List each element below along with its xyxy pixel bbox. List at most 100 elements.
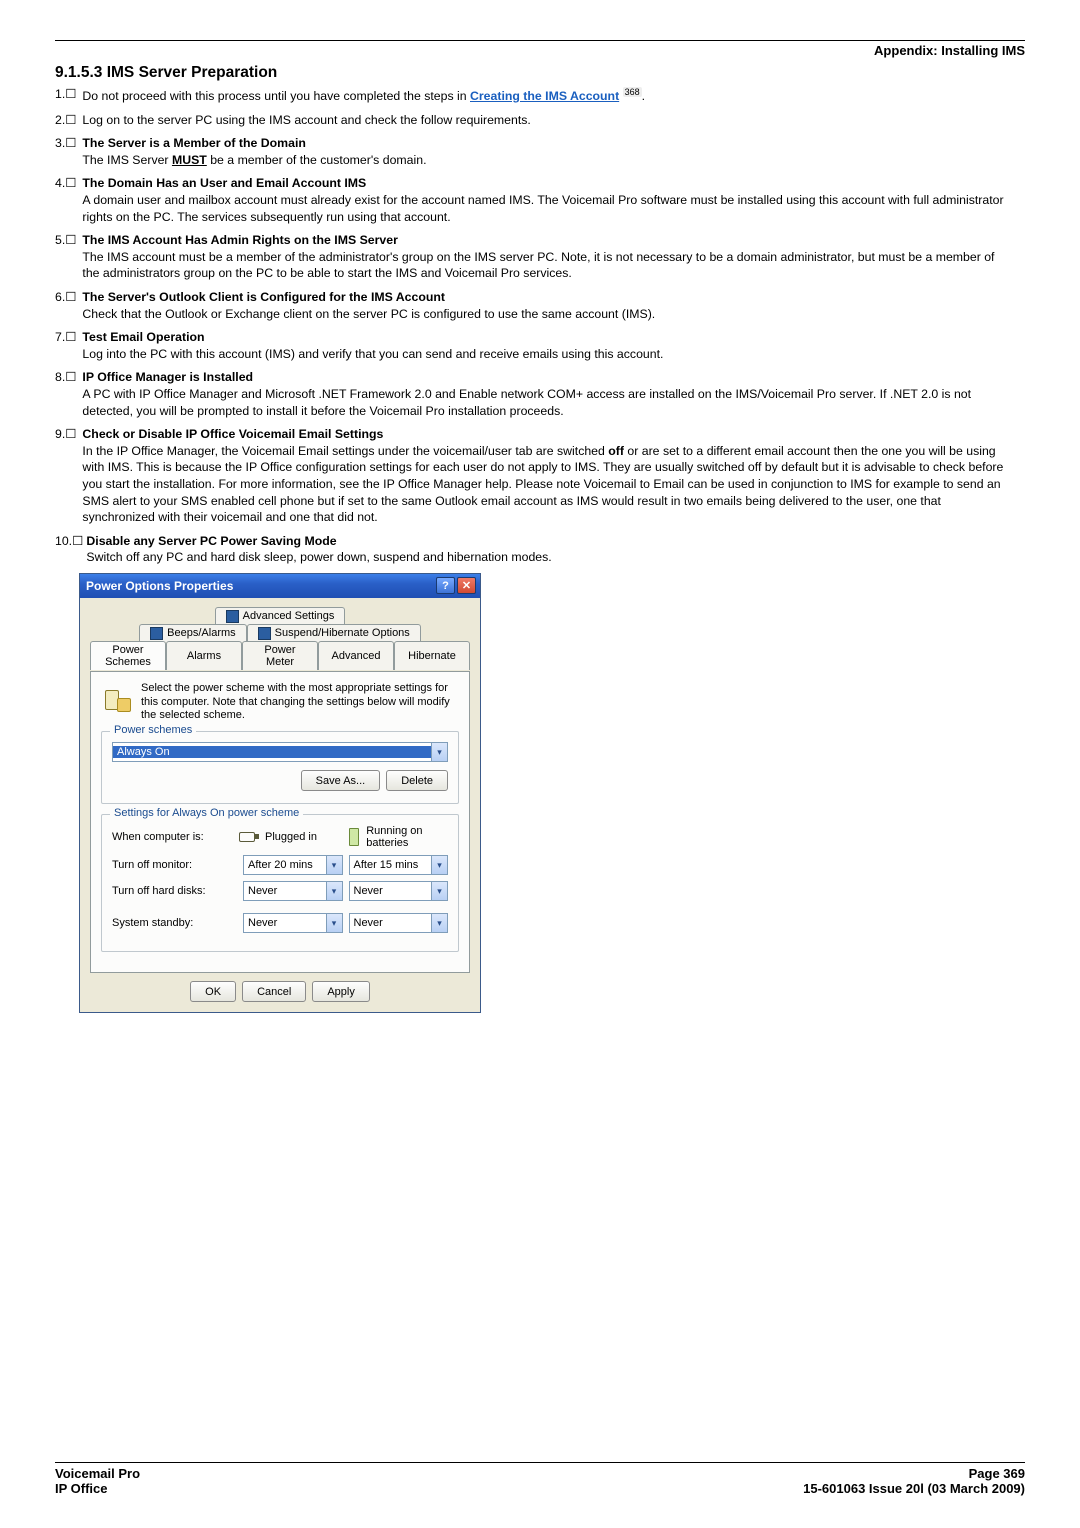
step-2-num: 2. — [55, 113, 65, 127]
power-scheme-select[interactable]: Always On ▾ — [112, 742, 448, 762]
tab-icon — [150, 627, 163, 640]
standby-plugged-value: Never — [244, 917, 326, 929]
monitor-battery-value: After 15 mins — [350, 859, 432, 871]
tab-power-schemes-label: Power Schemes — [101, 644, 155, 668]
plugged-in-label: Plugged in — [265, 831, 317, 843]
disks-plugged-select[interactable]: Never▾ — [243, 881, 343, 901]
turn-off-disks-label: Turn off hard disks: — [112, 885, 237, 897]
page-footer: Voicemail Pro Page 369 IP Office 15-6010… — [55, 1462, 1025, 1496]
when-computer-label: When computer is: — [112, 831, 237, 843]
help-button[interactable]: ? — [436, 577, 455, 594]
footer-rule — [55, 1462, 1025, 1463]
step-2-text: Log on to the server PC using the IMS ac… — [82, 112, 1012, 129]
step-3-must: MUST — [172, 153, 207, 167]
info-text: Select the power scheme with the most ap… — [141, 682, 459, 723]
step-6-num: 6. — [55, 290, 65, 304]
chevron-down-icon: ▾ — [326, 856, 342, 874]
tab-power-meter[interactable]: Power Meter — [242, 641, 318, 670]
tab-beeps-alarms-label: Beeps/Alarms — [167, 627, 235, 639]
power-schemes-legend: Power schemes — [110, 724, 196, 736]
monitor-plugged-value: After 20 mins — [244, 859, 326, 871]
tab-icon — [226, 610, 239, 623]
checkbox-icon: ☐ — [72, 534, 83, 548]
tab-advanced-label: Advanced — [332, 650, 381, 662]
step-5-heading: The IMS Account Has Admin Rights on the … — [82, 233, 397, 247]
step-7: 7.☐ Test Email Operation Log into the PC… — [55, 329, 1025, 362]
disks-plugged-value: Never — [244, 885, 326, 897]
step-3: 3.☐ The Server is a Member of the Domain… — [55, 135, 1025, 168]
plugged-in-icon — [237, 828, 259, 846]
step-8: 8.☐ IP Office Manager is Installed A PC … — [55, 369, 1025, 419]
step-9: 9.☐ Check or Disable IP Office Voicemail… — [55, 426, 1025, 526]
checkbox-icon: ☐ — [65, 330, 76, 344]
tab-power-meter-label: Power Meter — [253, 644, 307, 668]
tab-panel: Select the power scheme with the most ap… — [90, 671, 470, 973]
checkbox-icon: ☐ — [65, 233, 76, 247]
step-3-l1b: be a member of the customer's domain. — [207, 153, 427, 167]
step-1: 1.☐ Do not proceed with this process unt… — [55, 86, 1025, 105]
standby-plugged-select[interactable]: Never▾ — [243, 913, 343, 933]
monitor-battery-select[interactable]: After 15 mins▾ — [349, 855, 449, 875]
checkbox-icon: ☐ — [65, 136, 76, 150]
dialog-titlebar[interactable]: Power Options Properties ? ✕ — [80, 574, 480, 598]
step-9-body-a: In the IP Office Manager, the Voicemail … — [82, 444, 608, 458]
step-10-num: 10. — [55, 534, 72, 548]
step-4-body: A domain user and mailbox account must a… — [82, 193, 1003, 224]
tab-advanced-settings[interactable]: Advanced Settings — [215, 607, 346, 625]
tab-advanced-settings-label: Advanced Settings — [243, 610, 335, 622]
tab-advanced[interactable]: Advanced — [318, 641, 394, 670]
step-10: 10.☐ Disable any Server PC Power Saving … — [55, 533, 1025, 566]
tab-suspend-hibernate[interactable]: Suspend/Hibernate Options — [247, 624, 421, 642]
cancel-button[interactable]: Cancel — [242, 981, 306, 1002]
checkbox-icon: ☐ — [65, 427, 76, 441]
chevron-down-icon: ▾ — [431, 743, 447, 761]
battery-icon — [343, 828, 361, 846]
checkbox-icon: ☐ — [65, 370, 76, 384]
step-8-body: A PC with IP Office Manager and Microsof… — [82, 387, 971, 418]
footer-left-bot: IP Office — [55, 1481, 108, 1496]
step-6: 6.☐ The Server's Outlook Client is Confi… — [55, 289, 1025, 322]
chevron-down-icon: ▾ — [431, 856, 447, 874]
power-schemes-group: Power schemes Always On ▾ Save As... Del… — [101, 731, 459, 804]
page-ref: 368 — [623, 87, 642, 97]
standby-battery-select[interactable]: Never▾ — [349, 913, 449, 933]
settings-legend: Settings for Always On power scheme — [110, 807, 303, 819]
step-7-num: 7. — [55, 330, 65, 344]
turn-off-monitor-label: Turn off monitor: — [112, 859, 237, 871]
footer-right-bot: 15-601063 Issue 20l (03 March 2009) — [803, 1481, 1025, 1496]
tab-suspend-hibernate-label: Suspend/Hibernate Options — [275, 627, 410, 639]
tab-power-schemes[interactable]: Power Schemes — [90, 641, 166, 670]
step-3-num: 3. — [55, 136, 65, 150]
footer-right-top: Page 369 — [969, 1466, 1025, 1481]
power-scheme-icon — [101, 682, 133, 714]
tabstrip: Advanced Settings Beeps/Alarms Suspend/H… — [90, 606, 470, 669]
disks-battery-value: Never — [350, 885, 432, 897]
checkbox-icon: ☐ — [65, 87, 76, 101]
step-5-num: 5. — [55, 233, 65, 247]
step-4-heading: The Domain Has an User and Email Account… — [82, 176, 366, 190]
power-scheme-value: Always On — [113, 746, 431, 758]
monitor-plugged-select[interactable]: After 20 mins▾ — [243, 855, 343, 875]
step-10-heading: Disable any Server PC Power Saving Mode — [86, 534, 336, 548]
close-button[interactable]: ✕ — [457, 577, 476, 594]
tab-alarms[interactable]: Alarms — [166, 641, 242, 670]
power-options-dialog: Power Options Properties ? ✕ Advanced Se… — [79, 573, 481, 1013]
tab-beeps-alarms[interactable]: Beeps/Alarms — [139, 624, 246, 642]
delete-button[interactable]: Delete — [386, 770, 448, 791]
step-6-heading: The Server's Outlook Client is Configure… — [82, 290, 445, 304]
step-5-body: The IMS account must be a member of the … — [82, 250, 994, 281]
chevron-down-icon: ▾ — [326, 882, 342, 900]
tab-hibernate[interactable]: Hibernate — [394, 641, 470, 670]
save-as-button[interactable]: Save As... — [301, 770, 381, 791]
step-7-body: Log into the PC with this account (IMS) … — [82, 347, 663, 361]
chevron-down-icon: ▾ — [326, 914, 342, 932]
ok-button[interactable]: OK — [190, 981, 236, 1002]
apply-button[interactable]: Apply — [312, 981, 370, 1002]
creating-ims-account-link[interactable]: Creating the IMS Account — [470, 89, 619, 103]
header-rule — [55, 40, 1025, 41]
disks-battery-select[interactable]: Never▾ — [349, 881, 449, 901]
settings-group: Settings for Always On power scheme When… — [101, 814, 459, 952]
step-3-l1a: The IMS Server — [82, 153, 172, 167]
step-1-post: . — [642, 89, 645, 103]
step-1-num: 1. — [55, 87, 65, 101]
